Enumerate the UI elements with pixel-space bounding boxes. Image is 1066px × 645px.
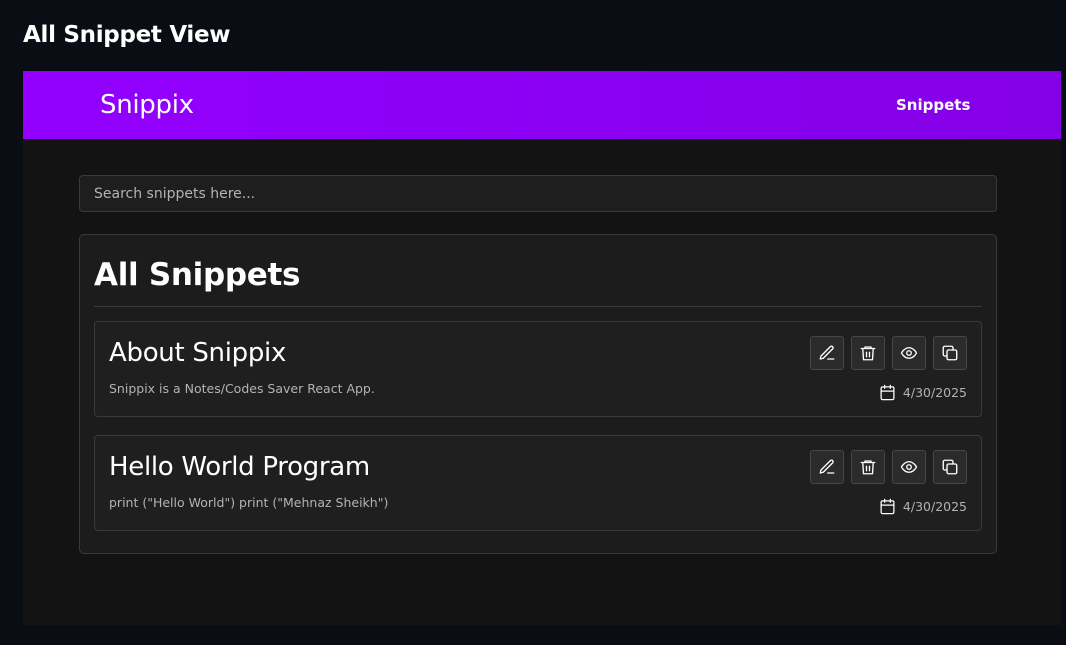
snippet-card: About Snippix Snippix is a Notes/Codes S… <box>94 321 982 417</box>
snippets-panel: All Snippets About Snippix Snippix is a … <box>79 234 997 554</box>
snippet-date: 4/30/2025 <box>902 385 967 400</box>
date-row: 4/30/2025 <box>879 384 967 401</box>
trash-icon <box>860 346 876 361</box>
panel-heading: All Snippets <box>94 257 301 293</box>
copy-icon <box>942 459 958 475</box>
date-row: 4/30/2025 <box>879 498 967 515</box>
copy-icon <box>942 345 958 361</box>
navbar: Snippix Snippets <box>23 71 1061 139</box>
pencil-icon <box>819 345 835 360</box>
snippet-card: Hello World Program print ("Hello World"… <box>94 435 982 531</box>
snippet-content: print ("Hello World") print ("Mehnaz She… <box>109 495 389 510</box>
snippet-content: Snippix is a Notes/Codes Saver React App… <box>109 381 375 396</box>
copy-button[interactable] <box>933 336 967 370</box>
snippet-title: About Snippix <box>109 338 287 368</box>
snippet-title: Hello World Program <box>109 452 370 482</box>
app-frame: Snippix Snippets All Snippets About Snip… <box>23 71 1061 625</box>
panel-divider <box>94 306 982 307</box>
pencil-icon <box>819 459 835 474</box>
snippet-actions <box>810 336 967 370</box>
search-input[interactable] <box>79 175 997 212</box>
calendar-icon <box>880 384 895 401</box>
view-button[interactable] <box>892 450 926 484</box>
snippet-date: 4/30/2025 <box>902 499 967 514</box>
brand-logo[interactable]: Snippix <box>100 90 194 120</box>
copy-button[interactable] <box>933 450 967 484</box>
page-title: All Snippet View <box>23 22 231 48</box>
trash-icon <box>860 460 876 475</box>
nav-link-snippets[interactable]: Snippets <box>896 96 970 114</box>
snippet-actions <box>810 450 967 484</box>
eye-icon <box>900 347 918 359</box>
delete-button[interactable] <box>851 336 885 370</box>
view-button[interactable] <box>892 336 926 370</box>
edit-button[interactable] <box>810 450 844 484</box>
delete-button[interactable] <box>851 450 885 484</box>
calendar-icon <box>880 498 895 515</box>
edit-button[interactable] <box>810 336 844 370</box>
eye-icon <box>900 461 918 473</box>
